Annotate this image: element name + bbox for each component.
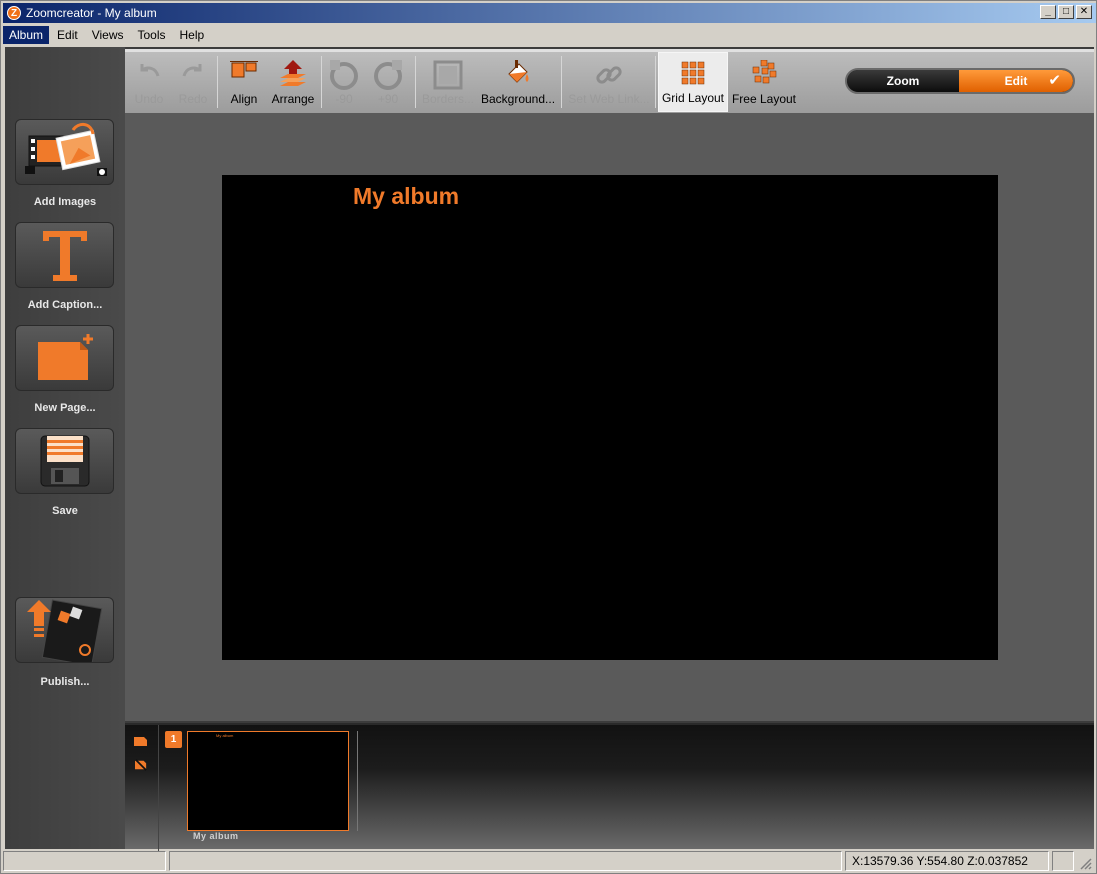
app-window: Z Zoomcreator - My album _ □ ✕ Album Edi… [0,0,1097,874]
rotate-ccw-label: -90 [335,92,353,106]
background-label: Background... [480,92,556,106]
status-cell-4 [1052,851,1074,871]
close-button[interactable]: ✕ [1076,5,1092,19]
publish-icon [26,599,102,662]
page-filmstrip: 1 My album My album [125,723,1094,851]
coordinates-readout: X:13579.36 Y:554.80 Z:0.037852 [845,851,1049,871]
menu-tools[interactable]: Tools [132,26,172,44]
thumbnail-title: My album [216,733,234,738]
floppy-save-icon [40,435,89,487]
page-title-caption[interactable]: My album [353,183,459,210]
free-layout-button[interactable]: Free Layout [731,52,797,112]
free-layout-icon [752,60,777,84]
save-button[interactable] [15,428,114,494]
new-page-icon [37,334,93,380]
toolbar-separator [655,56,656,108]
mode-toggle: Zoom Edit ✔ [845,68,1075,94]
arrange-icon [280,60,306,86]
align-button[interactable]: Align [223,52,265,112]
rotate-cw-label: +90 [377,92,399,106]
publish-button[interactable] [15,597,114,663]
add-page-icon[interactable] [133,735,149,747]
delete-page-icon[interactable] [133,759,149,771]
set-web-link-button[interactable]: Set Web Link... [567,52,651,112]
status-cell-1 [3,851,166,871]
publish-label: Publish... [40,676,90,688]
resize-grip-icon[interactable] [1077,851,1093,871]
minimize-button[interactable]: _ [1040,5,1056,19]
arrange-button[interactable]: Arrange [269,52,317,112]
menu-views[interactable]: Views [86,26,130,44]
add-images-label: Add Images [33,196,97,208]
main-area: Add Images Add Caption... New Page... Sa… [5,47,1094,851]
add-images-button[interactable] [15,119,114,185]
status-bar: X:13579.36 Y:554.80 Z:0.037852 [3,851,1096,873]
align-icon [230,61,258,78]
save-label: Save [52,505,78,517]
zoomcreator-app-icon: Z [7,6,21,20]
status-cell-2 [169,851,842,871]
filmstrip-tools [125,725,159,851]
album-page-canvas[interactable]: My album [222,175,998,660]
background-button[interactable]: Background... [481,52,555,112]
checkmark-icon: ✔ [1048,72,1061,89]
window-title: Zoomcreator - My album [26,6,157,20]
free-layout-label: Free Layout [731,92,797,106]
rotate-cw-icon [374,60,402,90]
paint-bucket-icon [508,60,529,83]
page-number-badge: 1 [165,731,182,748]
undo-label: Undo [134,92,164,106]
top-toolbar: Undo Redo Align Arrange -90 +90 Borders.… [125,49,1094,113]
undo-icon [140,64,160,77]
title-bar: Z Zoomcreator - My album _ □ ✕ [3,3,1096,23]
rotate-ccw-button[interactable]: -90 [325,52,363,112]
add-caption-label: Add Caption... [27,299,103,311]
page-thumbnail[interactable]: My album [187,731,349,831]
redo-icon [182,64,202,77]
grid-layout-button[interactable]: Grid Layout [658,52,728,112]
editor-workspace: My album [125,113,1094,721]
left-toolbar: Add Images Add Caption... New Page... Sa… [5,47,125,849]
redo-label: Redo [178,92,208,106]
menu-bar: Album Edit Views Tools Help [3,25,1096,45]
borders-label: Borders... [421,92,475,106]
set-web-link-label: Set Web Link... [568,92,650,106]
grid-layout-label: Grid Layout [661,91,725,105]
filmstrip-divider [357,731,358,831]
maximize-button[interactable]: □ [1058,5,1074,19]
rotate-cw-button[interactable]: +90 [369,52,407,112]
redo-button[interactable]: Redo [175,52,211,112]
rotate-ccw-icon [330,60,358,90]
menu-edit[interactable]: Edit [51,26,84,44]
toolbar-separator [561,56,562,108]
menu-album[interactable]: Album [3,26,50,44]
zoom-mode-button[interactable]: Zoom [847,70,959,92]
chain-link-icon [596,66,622,84]
new-page-button[interactable] [15,325,114,391]
borders-button[interactable]: Borders... [421,52,475,112]
edit-mode-label: Edit [1004,74,1028,88]
borders-icon [433,60,463,90]
add-caption-button[interactable] [15,222,114,288]
thumbnail-caption: My album [193,831,239,841]
align-label: Align [230,92,258,106]
arrange-label: Arrange [271,92,315,106]
undo-button[interactable]: Undo [131,52,167,112]
caption-t-icon [42,231,87,281]
toolbar-separator [217,56,218,108]
toolbar-separator [415,56,416,108]
grid-layout-icon [681,61,705,85]
new-page-label: New Page... [34,402,96,414]
menu-help[interactable]: Help [174,26,211,44]
edit-mode-button[interactable]: Edit ✔ [959,70,1073,92]
toolbar-separator [321,56,322,108]
add-images-icon [24,123,107,176]
